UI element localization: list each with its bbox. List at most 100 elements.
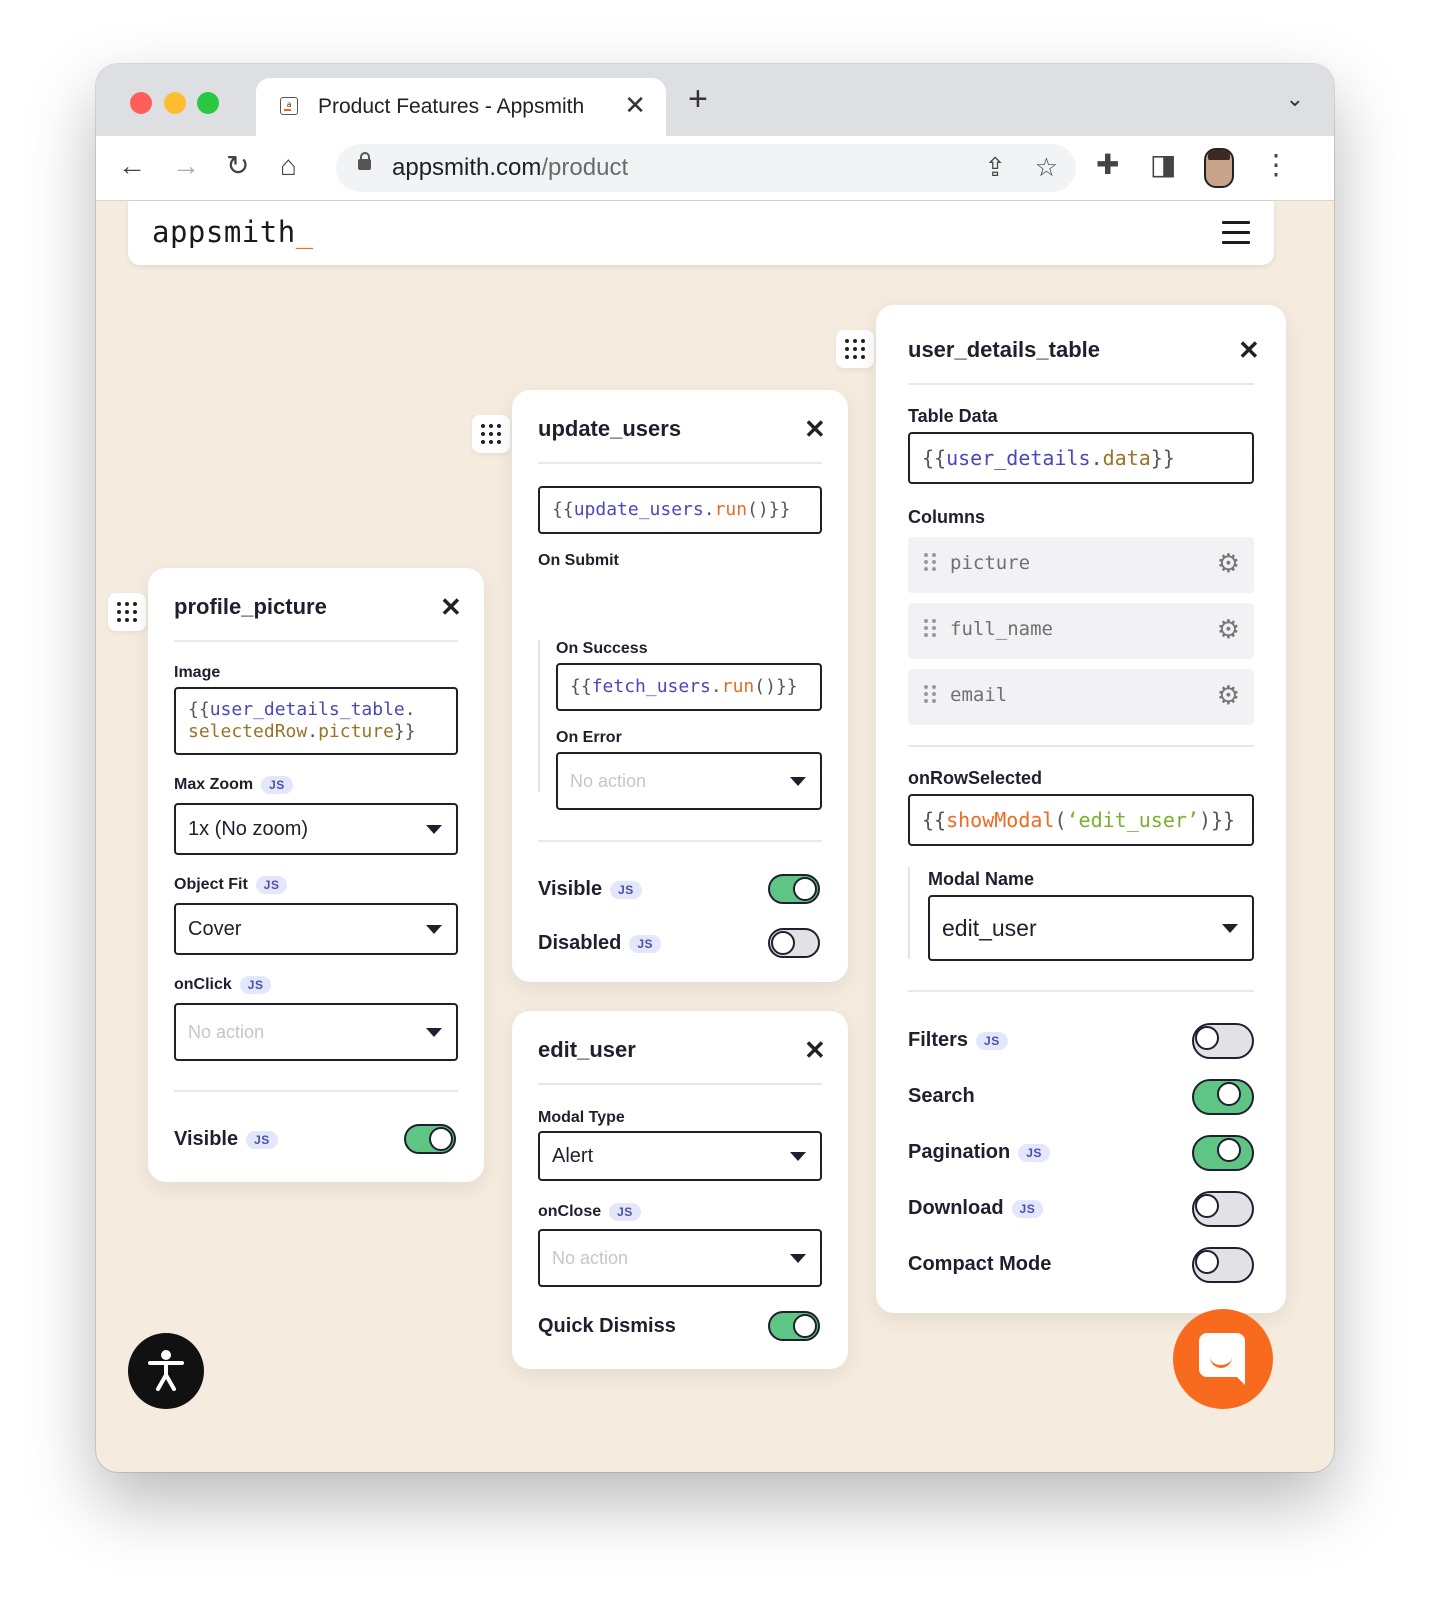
js-badge[interactable]: JS	[1018, 1143, 1050, 1162]
window-maximize-button[interactable]	[197, 92, 219, 114]
address-bar[interactable]: appsmith.com/product ⇪ ☆	[336, 144, 1076, 192]
panel-title: user_details_table	[908, 337, 1100, 362]
forward-icon[interactable]: →	[172, 150, 200, 182]
update-users-panel: update_users ✕ {{update_users. run()}} On…	[512, 390, 848, 982]
visible-toggle[interactable]	[768, 874, 820, 904]
onclick-label: onClick JS	[174, 976, 272, 994]
table-data-code-input[interactable]: {{user_details. data}}	[908, 432, 1254, 484]
column-row-full-name[interactable]: full_name ⚙	[908, 603, 1254, 659]
close-icon[interactable]: ✕	[1238, 337, 1260, 363]
js-badge[interactable]: JS	[1011, 1199, 1044, 1218]
drag-handle-icon[interactable]	[472, 415, 510, 453]
extensions-puzzle-icon[interactable]: ✚	[1096, 148, 1119, 181]
gear-icon[interactable]: ⚙	[1217, 680, 1240, 710]
close-icon[interactable]: ✕	[804, 416, 826, 442]
more-menu-icon[interactable]: ⋮	[1262, 148, 1290, 181]
divider	[908, 745, 1254, 747]
on-error-action-select[interactable]: No action	[556, 752, 822, 810]
pagination-toggle[interactable]	[1192, 1135, 1254, 1171]
chat-icon	[1199, 1333, 1245, 1385]
table-data-label: Table Data	[908, 406, 998, 426]
appsmith-logo[interactable]: appsmith_	[152, 215, 314, 249]
js-badge[interactable]: JS	[246, 1130, 278, 1149]
onclose-action-select[interactable]: No action	[538, 1229, 822, 1287]
on-submit-code-input[interactable]: {{update_users. run()}}	[538, 486, 822, 534]
filters-toggle[interactable]	[1192, 1023, 1254, 1059]
drag-dots-icon[interactable]	[924, 619, 936, 637]
modal-name-select[interactable]: edit_user	[928, 895, 1254, 961]
profile-avatar[interactable]	[1204, 148, 1234, 188]
home-icon[interactable]: ⌂	[280, 150, 297, 182]
js-badge[interactable]: JS	[261, 776, 293, 794]
on-error-label: On Error	[556, 729, 622, 746]
modal-type-select[interactable]: Alert	[538, 1131, 822, 1181]
nesting-line	[908, 867, 910, 959]
download-label: Download JS	[908, 1197, 1044, 1220]
download-toggle[interactable]	[1192, 1191, 1254, 1227]
on-success-label: On Success	[556, 640, 648, 657]
close-icon[interactable]: ✕	[440, 594, 462, 620]
pagination-label: Pagination JS	[908, 1141, 1050, 1164]
window-close-button[interactable]	[130, 92, 152, 114]
dropdown-caret-icon	[790, 1152, 806, 1161]
accessibility-button[interactable]	[128, 1333, 204, 1409]
on-row-selected-label: onRowSelected	[908, 768, 1043, 788]
edit-user-panel: edit_user ✕ Modal Type Alert onClose JS N…	[512, 1011, 848, 1369]
column-row-picture[interactable]: picture ⚙	[908, 537, 1254, 593]
filters-label: Filters JS	[908, 1029, 1008, 1052]
onclose-label: onClose JS	[538, 1203, 641, 1221]
gear-icon[interactable]: ⚙	[1217, 548, 1240, 578]
drag-dots-icon[interactable]	[924, 553, 936, 571]
js-badge[interactable]: JS	[239, 976, 272, 994]
js-badge[interactable]: JS	[610, 880, 642, 899]
js-badge[interactable]: JS	[629, 934, 662, 953]
divider	[908, 990, 1254, 992]
app-header: appsmith_	[128, 201, 1274, 265]
tab-close-icon[interactable]: ✕	[624, 90, 646, 121]
drag-dots-icon[interactable]	[924, 685, 936, 703]
drag-handle-icon[interactable]	[836, 330, 874, 368]
browser-tab[interactable]: a Product Features - Appsmith ✕	[256, 78, 666, 136]
disabled-toggle[interactable]	[768, 928, 820, 958]
visible-label: Visible JS	[174, 1128, 278, 1151]
divider	[538, 840, 822, 842]
divider	[538, 1083, 822, 1085]
modal-type-label: Modal Type	[538, 1109, 625, 1126]
hamburger-menu-icon[interactable]	[1222, 221, 1250, 244]
reload-icon[interactable]: ↻	[226, 150, 249, 182]
close-icon[interactable]: ✕	[804, 1037, 826, 1063]
tab-title: Product Features - Appsmith	[318, 95, 585, 118]
share-icon[interactable]: ⇪	[984, 152, 1006, 183]
side-panel-icon[interactable]: ◨	[1150, 148, 1176, 181]
quick-dismiss-toggle[interactable]	[768, 1311, 820, 1341]
dropdown-caret-icon	[426, 825, 442, 834]
max-zoom-label: Max Zoom JS	[174, 776, 293, 794]
object-fit-select[interactable]: Cover	[174, 903, 458, 955]
compact-mode-toggle[interactable]	[1192, 1247, 1254, 1283]
onclick-action-select[interactable]: No action	[174, 1003, 458, 1061]
js-badge[interactable]: JS	[976, 1031, 1008, 1050]
drag-handle-icon[interactable]	[108, 593, 146, 631]
chat-launcher-button[interactable]	[1173, 1309, 1273, 1409]
browser-window: a Product Features - Appsmith ✕ + ⌄ ← → …	[96, 64, 1334, 1472]
window-minimize-button[interactable]	[164, 92, 186, 114]
new-tab-icon[interactable]: +	[688, 80, 708, 119]
js-badge[interactable]: JS	[255, 876, 288, 894]
dropdown-caret-icon	[426, 1028, 442, 1037]
max-zoom-select[interactable]: 1x (No zoom)	[174, 803, 458, 855]
back-icon[interactable]: ←	[118, 150, 146, 182]
on-row-selected-code-input[interactable]: {{showModal(‘edit_user’)}}	[908, 794, 1254, 846]
search-toggle[interactable]	[1192, 1079, 1254, 1115]
modal-name-label: Modal Name	[928, 869, 1035, 889]
dropdown-caret-icon	[790, 777, 806, 786]
bookmark-star-icon[interactable]: ☆	[1035, 152, 1058, 183]
gear-icon[interactable]: ⚙	[1217, 614, 1240, 644]
image-code-input[interactable]: {{user_details_table. selectedRow.pictur…	[174, 687, 458, 755]
js-badge[interactable]: JS	[609, 1203, 641, 1221]
visible-toggle[interactable]	[404, 1124, 456, 1154]
tab-search-chevron-icon[interactable]: ⌄	[1286, 86, 1304, 112]
column-row-email[interactable]: email ⚙	[908, 669, 1254, 725]
columns-label: Columns	[908, 507, 986, 527]
panel-title: edit_user	[538, 1037, 636, 1062]
on-success-code-input[interactable]: {{fetch_users. run()}}	[556, 663, 822, 711]
